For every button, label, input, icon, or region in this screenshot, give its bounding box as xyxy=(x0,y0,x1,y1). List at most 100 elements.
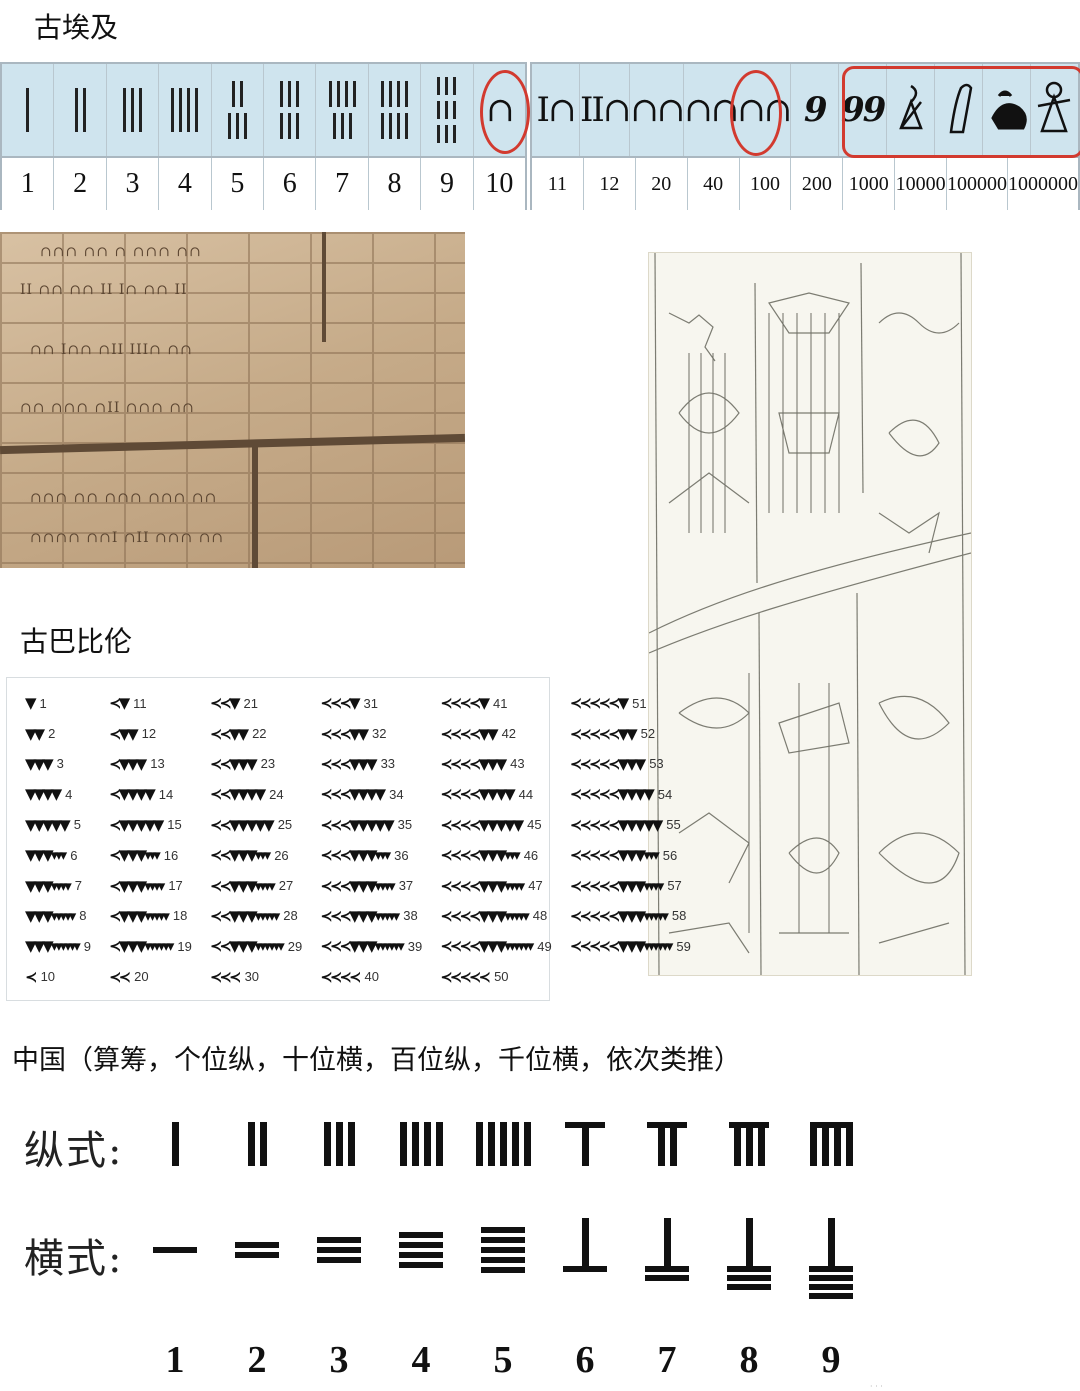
egypt-number-label: 6 xyxy=(282,168,297,199)
tally-stroke xyxy=(74,88,78,132)
babylonian-number-label: 58 xyxy=(671,908,687,924)
tally-stroke xyxy=(389,81,393,107)
rod-stroke xyxy=(400,1122,407,1166)
babylonian-number-label: 35 xyxy=(397,817,413,833)
egypt-glyph-cell xyxy=(159,64,212,156)
rod-stroke xyxy=(809,1275,853,1281)
cuneiform-glyph-icon: ≺≺≺≺▼▼▼▾▾▾▾▾ xyxy=(440,906,530,925)
cuneiform-glyph-icon: ≺≺▼▼▼▼▼ xyxy=(209,815,275,834)
egypt-number-label: 5 xyxy=(230,168,245,199)
egypt-glyph-cell xyxy=(316,64,369,156)
cuneiform-glyph-icon: ≺≺≺▼▼▼▼ xyxy=(320,785,386,804)
tally-stroke xyxy=(445,101,449,119)
babylonian-number-label: 30 xyxy=(244,969,260,985)
stone-crack xyxy=(252,446,258,568)
egypt-number-cell: 3 xyxy=(107,158,160,210)
babylonian-number-label: 34 xyxy=(389,786,404,802)
babylonian-number-label: 28 xyxy=(283,908,298,924)
stone-carved-marks: II ∩∩ ∩∩ II I∩ ∩∩ II xyxy=(20,282,188,298)
babylonian-numeral-cell: ≺≺≺≺▼▼▼▾▾▾ 46 xyxy=(422,840,552,870)
tally-stroke xyxy=(405,81,409,107)
babylonian-numeral-cell: ▼ 1 xyxy=(7,688,91,718)
cuneiform-glyph-icon: ≺≺≺≺≺▼▼▼▼▼ xyxy=(569,815,664,834)
tally-stroke xyxy=(437,125,441,143)
tally-stroke xyxy=(288,81,292,107)
babylonian-numeral-cell: ≺≺▼▼ 22 xyxy=(192,718,302,748)
babylonian-numeral-cell: ≺≺≺≺▼▼▼▾▾▾▾ 47 xyxy=(422,870,552,900)
cuneiform-glyph-icon: ≺▼▼▼▾▾▾▾ xyxy=(109,876,165,895)
egypt-glyph-cell: I∩ xyxy=(532,64,580,156)
rod-number-label: 9 xyxy=(821,1339,841,1381)
cuneiform-glyph-icon: ≺≺≺≺≺▼▼▼ xyxy=(569,754,646,773)
cuneiform-glyph-icon: ≺≺≺≺▼▼▼▾▾▾ xyxy=(440,846,520,865)
egypt-number-cell: 11 xyxy=(532,158,584,210)
cuneiform-glyph-icon: ≺≺≺▼▼▼▾▾▾▾ xyxy=(320,876,395,895)
egypt-number-cell: 9 xyxy=(421,158,474,210)
babylonian-numeral-cell: ≺≺▼▼▼▾▾▾▾ 27 xyxy=(192,870,302,900)
tally-stroke xyxy=(296,113,300,139)
babylonian-number-label: 16 xyxy=(163,847,179,863)
tally-stroke xyxy=(288,113,292,139)
rod-stroke xyxy=(563,1266,607,1272)
babylonian-numeral-cell: ≺≺≺▼▼▼▾▾▾▾▾▾ 39 xyxy=(302,931,422,961)
relief-sketch-svg xyxy=(649,253,971,975)
rod-stroke xyxy=(436,1122,443,1166)
tally-stroke xyxy=(397,113,401,139)
egypt-number-label: 100000 xyxy=(947,172,1007,195)
cuneiform-glyph-icon: ≺≺≺▼▼▼▾▾▾▾▾▾ xyxy=(320,937,404,956)
egypt-glyph-cell: 9 xyxy=(791,64,840,156)
babylonian-number-label: 48 xyxy=(532,908,548,924)
rod-stroke xyxy=(645,1266,689,1272)
babylonian-number-label: 54 xyxy=(657,786,673,802)
babylonian-number-label: 40 xyxy=(364,969,379,985)
rod-stroke xyxy=(260,1122,267,1166)
rod-number-label: 2 xyxy=(247,1339,267,1381)
rod-stroke xyxy=(512,1122,519,1166)
egypt-number-cell: 40 xyxy=(688,158,740,210)
babylonian-numeral-cell: ≺≺≺≺≺▼▼▼▾▾▾ 56 xyxy=(552,840,691,870)
cuneiform-glyph-icon: ≺≺▼▼▼▼ xyxy=(209,785,266,804)
egypt-number-label: 3 xyxy=(125,168,140,199)
egypt-number-cell: 1 xyxy=(2,158,55,210)
rod-stroke xyxy=(758,1122,765,1166)
egypt-number-label: 20 xyxy=(651,172,672,195)
tally-stroke xyxy=(328,81,332,107)
babylonian-number-label: 17 xyxy=(168,878,183,894)
cuneiform-glyph-icon: ≺≺≺≺▼▼ xyxy=(440,724,498,743)
babylonian-numeral-cell: ≺≺≺≺≺▼ 51 xyxy=(552,688,691,718)
egypt-glyph-cell xyxy=(421,64,474,156)
hieroglyph-numeral: I∩ xyxy=(536,90,577,130)
tally-stroke xyxy=(453,101,457,119)
tally-stroke xyxy=(131,88,135,132)
rod-stroke xyxy=(846,1122,853,1166)
egypt-number-cell: 5 xyxy=(212,158,265,210)
babylonian-number-label: 6 xyxy=(70,847,78,863)
rod-stroke xyxy=(476,1122,483,1166)
tally-stroke xyxy=(231,81,235,107)
tally-stroke xyxy=(453,125,457,143)
cuneiform-glyph-icon: ≺≺≺≺≺▼▼▼▼ xyxy=(569,785,655,804)
rod-stroke xyxy=(235,1242,279,1248)
babylonian-number-label: 5 xyxy=(73,817,81,833)
cuneiform-glyph-icon: ≺≺▼▼ xyxy=(209,724,249,743)
stone-carved-marks: ∩∩∩ ∩∩ ∩ ∩∩∩ ∩∩ xyxy=(40,244,202,260)
egypt-glyph-cell xyxy=(264,64,317,156)
babylonian-number-label: 12 xyxy=(141,726,157,742)
babylonian-numeral-cell: ≺≺≺≺≺▼▼▼ 53 xyxy=(552,749,691,779)
babylonian-number-label: 25 xyxy=(277,817,293,833)
highlight-box-large-units xyxy=(842,66,1080,158)
babylonian-numeral-cell: ≺≺≺≺▼▼ 42 xyxy=(422,718,552,748)
rod-stroke xyxy=(481,1257,525,1263)
babylonian-number-label: 59 xyxy=(676,938,691,954)
babylonian-number-label: 32 xyxy=(372,726,387,742)
babylonian-numeral-cell: ≺ 10 xyxy=(7,962,91,992)
tally-stroke xyxy=(332,113,336,139)
egypt-number-label: 100 xyxy=(749,172,780,195)
rod-stroke xyxy=(399,1232,443,1238)
tally-stroke xyxy=(280,113,284,139)
babylonian-numeral-cell: ≺≺▼▼▼ 23 xyxy=(192,749,302,779)
egypt-number-cell: 10000 xyxy=(895,158,947,210)
babylonian-numeral-cell: ▼▼▼▾▾▾▾▾▾ 9 xyxy=(7,931,91,961)
cuneiform-glyph-icon: ≺≺▼▼▼ xyxy=(209,754,258,773)
babylonian-number-label: 2 xyxy=(48,726,56,742)
